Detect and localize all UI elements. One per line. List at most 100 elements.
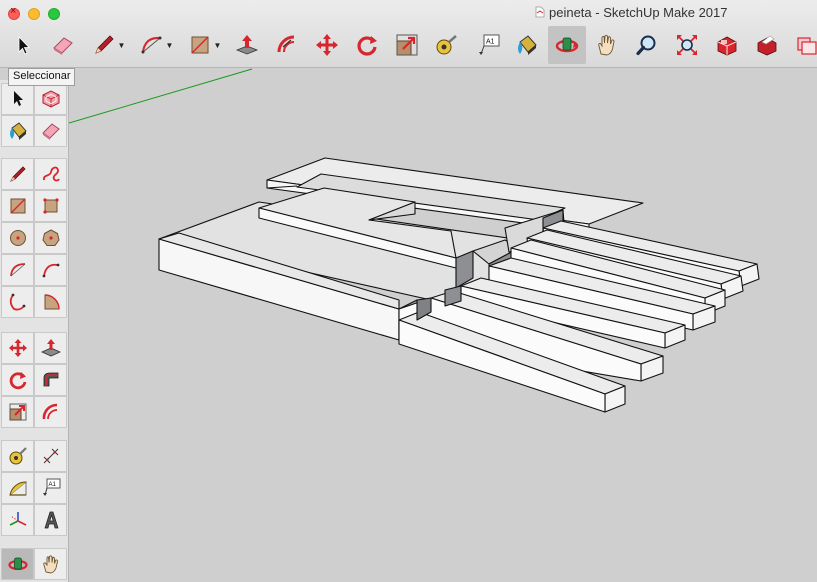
arc-tool-button[interactable]: ▼	[134, 26, 178, 64]
circle-icon	[9, 230, 26, 246]
extension-warehouse-icon	[797, 37, 817, 55]
palette-circle-button[interactable]	[1, 222, 34, 254]
polygon-icon	[41, 229, 60, 246]
chevron-down-icon: ▼	[165, 40, 174, 50]
palette-freehand-button[interactable]	[34, 158, 67, 190]
arc-icon	[141, 36, 162, 54]
palette-paint-bucket-button[interactable]	[1, 115, 34, 147]
text-label-icon: A1	[479, 34, 500, 55]
palette-rectangle-button[interactable]	[1, 190, 34, 222]
pencil-icon	[9, 166, 26, 182]
document-icon	[535, 6, 545, 18]
palette-rotated-rectangle-button[interactable]	[34, 190, 67, 222]
palette-text-button[interactable]: A1	[34, 472, 67, 504]
palette-dimension-button[interactable]	[34, 440, 67, 472]
close-window-button[interactable]	[8, 5, 20, 20]
move-tool-button[interactable]	[308, 26, 346, 64]
palette-pie-button[interactable]	[34, 286, 67, 318]
rectangle-tool-button[interactable]: ▼	[182, 26, 226, 64]
two-point-arc-icon	[42, 263, 59, 278]
pan-tool-button[interactable]	[588, 26, 626, 64]
window-title: peineta - SketchUp Make 2017	[549, 5, 728, 20]
palette-line-button[interactable]	[1, 158, 34, 190]
rotate-tool-button[interactable]	[348, 26, 386, 64]
text-tool-button[interactable]: A1	[470, 26, 508, 64]
palette-two-point-arc-button[interactable]	[34, 254, 67, 286]
rotate-icon	[357, 36, 377, 56]
palette-offset-button[interactable]	[34, 396, 67, 428]
palette-axes-button[interactable]	[1, 504, 34, 536]
3d-warehouse-icon	[717, 36, 737, 56]
tooltip: Seleccionar	[8, 68, 76, 86]
chevron-down-icon: ▼	[117, 40, 126, 50]
scale-icon	[396, 34, 418, 56]
scale-tool-button[interactable]	[388, 26, 426, 64]
palette-arc-button[interactable]	[1, 254, 34, 286]
eraser-icon	[53, 37, 73, 55]
palette-push-pull-button[interactable]	[34, 332, 67, 364]
palette-orbit-button[interactable]	[1, 548, 34, 580]
arrow-cursor-icon	[13, 91, 23, 106]
paint-bucket-tool-button[interactable]	[508, 26, 546, 64]
palette-3d-text-button[interactable]	[34, 504, 67, 536]
hand-icon	[42, 555, 58, 574]
text-label-icon: A1	[42, 478, 60, 496]
orbit-tool-button[interactable]	[548, 26, 586, 64]
share-model-tool-button[interactable]	[748, 26, 786, 64]
three-point-arc-icon	[9, 293, 25, 311]
protractor-icon	[8, 481, 26, 496]
chevron-down-icon: ▼	[213, 40, 222, 50]
palette-make-component-button[interactable]	[34, 83, 67, 115]
drawing-viewport[interactable]	[69, 68, 817, 582]
select-tool-button[interactable]	[4, 26, 42, 64]
maximize-window-button[interactable]	[48, 8, 60, 20]
svg-text:A1: A1	[48, 482, 56, 488]
move-arrows-icon	[316, 34, 338, 56]
tape-measure-tool-button[interactable]	[428, 26, 466, 64]
freehand-icon	[42, 166, 60, 182]
arrow-cursor-icon	[18, 36, 30, 55]
minimize-window-button[interactable]	[28, 8, 40, 20]
share-model-icon	[757, 35, 777, 56]
magnifier-icon	[636, 35, 656, 56]
palette-follow-me-button[interactable]	[34, 364, 67, 396]
eraser-tool-button[interactable]	[44, 26, 82, 64]
3d-model-canvas[interactable]	[69, 68, 817, 582]
rotated-rectangle-icon	[42, 198, 59, 214]
pencil-icon	[94, 35, 114, 54]
rectangle-icon	[191, 36, 209, 54]
paint-bucket-icon	[9, 122, 27, 140]
palette-scale-button[interactable]	[1, 396, 34, 428]
palette-move-button[interactable]	[1, 332, 34, 364]
offset-icon	[42, 403, 57, 420]
palette-polygon-button[interactable]	[34, 222, 67, 254]
palette-eraser-button[interactable]	[34, 115, 67, 147]
palette-rotate-button[interactable]	[1, 364, 34, 396]
paint-bucket-icon	[518, 35, 537, 55]
palette-pan-button[interactable]	[34, 548, 67, 580]
palette-tape-measure-button[interactable]	[1, 440, 34, 472]
3d-text-icon	[44, 511, 58, 529]
follow-me-icon	[43, 372, 58, 387]
palette-three-point-arc-button[interactable]	[1, 286, 34, 318]
move-arrows-icon	[8, 339, 27, 357]
zoom-tool-button[interactable]	[628, 26, 666, 64]
offset-icon	[277, 35, 295, 53]
tape-measure-icon	[9, 447, 27, 465]
zoom-extents-tool-button[interactable]	[668, 26, 706, 64]
comb-model	[158, 157, 760, 413]
rectangle-icon	[10, 198, 25, 214]
eraser-icon	[41, 123, 60, 140]
line-tool-button[interactable]: ▼	[86, 26, 130, 64]
component-icon	[42, 90, 59, 108]
palette-protractor-button[interactable]	[1, 472, 34, 504]
push-pull-tool-button[interactable]	[228, 26, 266, 64]
rotate-icon	[9, 372, 26, 390]
orbit-icon	[555, 37, 579, 53]
scale-icon	[9, 403, 26, 421]
palette-select-button[interactable]	[1, 83, 34, 115]
warehouse-tool-button[interactable]	[708, 26, 746, 64]
extension-warehouse-tool-button[interactable]	[788, 26, 817, 64]
offset-tool-button[interactable]	[268, 26, 306, 64]
zoom-extents-icon	[677, 35, 697, 55]
